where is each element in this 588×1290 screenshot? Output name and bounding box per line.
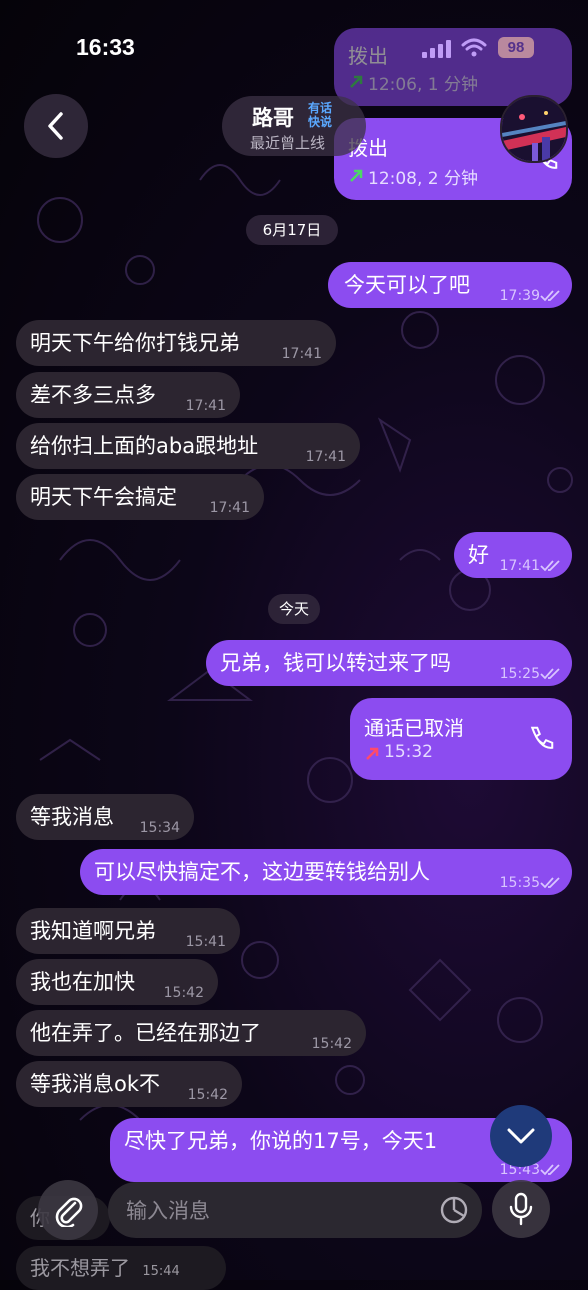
message-outgoing[interactable]: 可以尽快搞定不，这边要转钱给别人 15:35 [80, 849, 572, 895]
outgoing-arrow-icon [350, 75, 363, 88]
avatar[interactable] [500, 95, 568, 163]
message-text: 好 [468, 543, 489, 567]
microphone-button[interactable] [492, 1180, 550, 1238]
paperclip-icon [55, 1197, 83, 1227]
message-text: 差不多三点多 [30, 383, 156, 407]
message-text: 等我消息ok不 [30, 1072, 161, 1096]
message-input[interactable] [124, 1182, 428, 1240]
message-time: 17:41 [281, 346, 322, 362]
message-time: 17:41 [499, 558, 540, 574]
message-outgoing[interactable]: 好 17:41 [454, 532, 572, 578]
message-text: 明天下午给你打钱兄弟 [30, 331, 240, 355]
double-check-icon [540, 560, 560, 572]
call-title: 通话已取消 [364, 716, 464, 740]
message-outgoing[interactable]: 今天可以了吧 17:39 [328, 262, 572, 308]
scroll-to-bottom-button[interactable] [490, 1105, 552, 1167]
message-time: 17:41 [185, 398, 226, 414]
message-incoming[interactable]: 等我消息 15:34 [16, 794, 194, 840]
message-time: 15:42 [163, 985, 204, 1001]
outgoing-arrow-icon [366, 747, 379, 760]
attach-button[interactable] [38, 1180, 98, 1240]
message-time: 15:42 [311, 1036, 352, 1052]
message-time: 17:41 [305, 449, 346, 465]
double-check-icon [540, 290, 560, 302]
last-seen-status: 最近曾上线 [250, 134, 326, 152]
chat-title-pill[interactable]: 路哥 有话 快说 最近曾上线 [222, 96, 366, 156]
message-time: 15:35 [499, 875, 540, 891]
message-incoming[interactable]: 差不多三点多 17:41 [16, 372, 240, 418]
message-text: 我不想弄了 [30, 1256, 130, 1280]
call-bubble-cancelled[interactable]: 通话已取消 15:32 [350, 698, 572, 780]
message-text: 今天可以了吧 [344, 273, 470, 297]
avatar-image [502, 97, 566, 161]
typing-status-line1: 有话 [308, 101, 333, 115]
double-check-icon [540, 1164, 560, 1176]
typing-status-line2: 快说 [308, 115, 333, 129]
date-separator: 今天 [268, 594, 320, 624]
message-outgoing[interactable]: 兄弟，钱可以转过来了吗 15:25 [206, 640, 572, 686]
message-incoming[interactable]: 我也在加快 15:42 [16, 959, 218, 1005]
message-incoming[interactable]: 他在弄了。已经在那边了 15:42 [16, 1010, 366, 1056]
double-check-icon [540, 668, 560, 680]
double-check-icon [540, 877, 560, 889]
message-text: 可以尽快搞定不，这边要转钱给别人 [94, 860, 430, 884]
call-time: 15:32 [384, 742, 433, 762]
message-text: 明天下午会搞定 [30, 485, 177, 509]
message-time: 15:41 [185, 934, 226, 950]
message-text: 等我消息 [30, 805, 114, 829]
clock: 16:33 [76, 34, 135, 60]
message-text: 给你扫上面的aba跟地址 [30, 434, 259, 458]
chevron-left-icon [48, 112, 63, 140]
message-text: 兄弟，钱可以转过来了吗 [220, 651, 451, 675]
call-title: 拨出 [348, 44, 388, 68]
message-input-bar[interactable] [108, 1182, 482, 1240]
outgoing-arrow-icon [350, 169, 363, 182]
call-detail: 12:06, 1 分钟 [368, 75, 479, 95]
sticker-icon[interactable] [438, 1194, 470, 1226]
message-time: 15:25 [499, 666, 540, 682]
phone-icon[interactable] [526, 724, 556, 754]
date-separator: 6月17日 [246, 215, 338, 245]
message-incoming-partial: 我不想弄了 15:44 [16, 1246, 226, 1290]
message-text: 尽快了兄弟，你说的17号，今天1 [124, 1129, 438, 1153]
chevron-down-icon [507, 1128, 535, 1144]
message-time: 15:44 [142, 1264, 180, 1279]
message-time: 17:39 [499, 288, 540, 304]
call-detail: 12:08, 2 分钟 [368, 169, 479, 189]
message-incoming[interactable]: 明天下午给你打钱兄弟 17:41 [16, 320, 336, 366]
message-incoming[interactable]: 等我消息ok不 15:42 [16, 1061, 242, 1107]
message-time: 15:34 [139, 820, 180, 836]
message-incoming[interactable]: 我知道啊兄弟 15:41 [16, 908, 240, 954]
typing-status: 有话 快说 [308, 101, 332, 129]
message-incoming[interactable]: 给你扫上面的aba跟地址 17:41 [16, 423, 360, 469]
message-text: 我也在加快 [30, 970, 135, 994]
message-incoming[interactable]: 明天下午会搞定 17:41 [16, 474, 264, 520]
microphone-icon [509, 1192, 533, 1226]
message-text: 他在弄了。已经在那边了 [30, 1021, 261, 1045]
chat-name: 路哥 [252, 106, 294, 130]
back-button[interactable] [24, 94, 88, 158]
message-text: 我知道啊兄弟 [30, 919, 156, 943]
message-time: 15:42 [187, 1087, 228, 1103]
message-time: 17:41 [209, 500, 250, 516]
